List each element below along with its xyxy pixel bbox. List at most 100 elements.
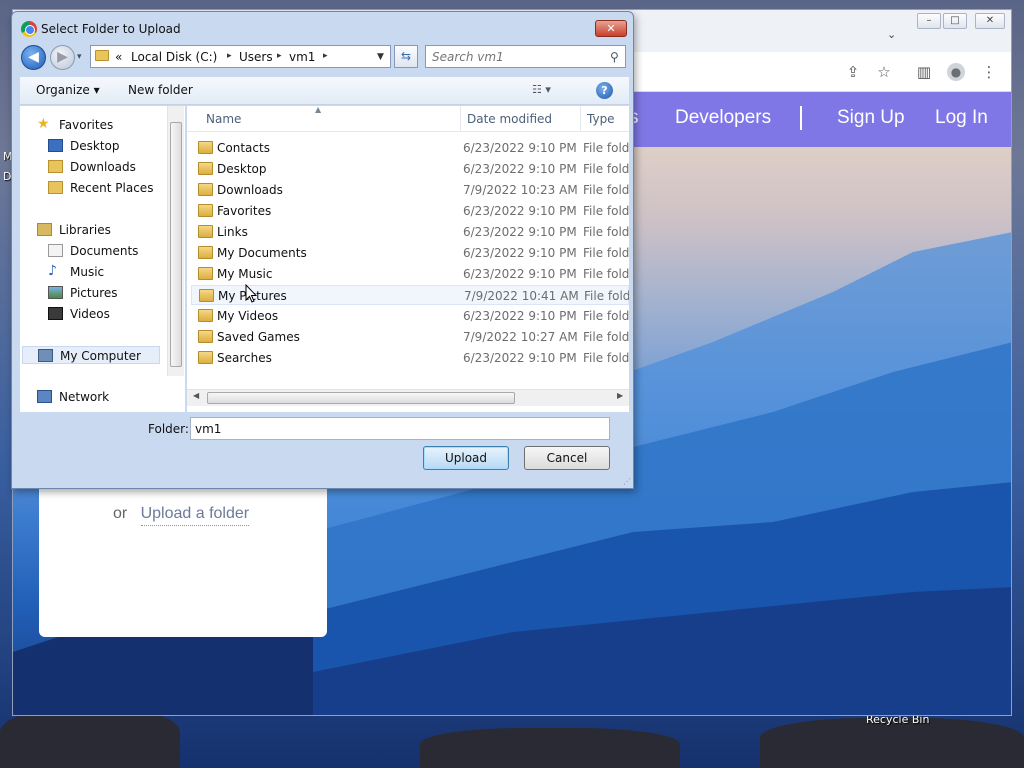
horizontal-scrollbar[interactable]: ◀ ▶ bbox=[187, 389, 629, 406]
file-name: Desktop bbox=[217, 162, 267, 176]
profile-icon[interactable]: ● bbox=[947, 63, 965, 81]
cancel-button[interactable]: Cancel bbox=[524, 446, 610, 470]
nav-item-desktop[interactable]: Desktop bbox=[48, 137, 120, 155]
address-bar[interactable]: « Local Disk (C:) ▸ Users ▸ vm1 ▸ ▼ bbox=[90, 45, 391, 68]
breadcrumb-overflow[interactable]: « bbox=[115, 50, 122, 64]
file-date: 6/23/2022 9:10 PM bbox=[463, 267, 577, 281]
column-divider[interactable] bbox=[460, 106, 461, 132]
folder-name-field[interactable] bbox=[190, 417, 610, 440]
downloads-folder-icon bbox=[48, 160, 63, 173]
file-type: File folder bbox=[583, 225, 629, 239]
file-row[interactable]: Favorites 6/23/2022 9:10 PM File folder bbox=[191, 201, 629, 221]
tab-search-dropdown-icon[interactable]: ⌄ bbox=[887, 28, 896, 41]
breadcrumb-chevron-icon[interactable]: ▸ bbox=[323, 51, 328, 61]
file-type: File folder bbox=[583, 267, 629, 281]
forward-arrow-icon[interactable]: ▶ bbox=[50, 45, 75, 70]
file-type: File folder bbox=[583, 204, 629, 218]
nav-scrollbar[interactable] bbox=[167, 106, 184, 376]
breadcrumb-chevron-icon[interactable]: ▸ bbox=[227, 51, 232, 61]
file-list-pane: ▲ Name Date modified Type Contacts 6/23/… bbox=[187, 106, 629, 412]
file-name: Saved Games bbox=[217, 330, 300, 344]
network-icon bbox=[37, 390, 52, 403]
breadcrumb-chevron-icon[interactable]: ▸ bbox=[277, 51, 282, 61]
address-dropdown-icon[interactable]: ▼ bbox=[377, 52, 384, 62]
file-type: File folder bbox=[583, 351, 629, 365]
file-row[interactable]: Contacts 6/23/2022 9:10 PM File folder bbox=[191, 138, 629, 158]
change-view-button[interactable]: ☷ ▾ bbox=[532, 83, 551, 96]
file-type: File folder bbox=[583, 309, 629, 323]
organize-button[interactable]: Organize ▾ bbox=[36, 83, 100, 97]
file-row[interactable]: Desktop 6/23/2022 9:10 PM File folder bbox=[191, 159, 629, 179]
nav-item-libraries[interactable]: Libraries bbox=[37, 221, 111, 239]
folder-icon bbox=[198, 246, 213, 259]
upload-folder-link[interactable]: Upload a folder bbox=[140, 505, 250, 526]
file-name: Favorites bbox=[217, 204, 272, 218]
nav-link-sign-up[interactable]: Sign Up bbox=[837, 107, 905, 129]
file-row[interactable]: Searches 6/23/2022 9:10 PM File folder bbox=[191, 348, 629, 368]
folder-icon bbox=[199, 289, 214, 302]
nav-item-music[interactable]: ♪ Music bbox=[48, 263, 104, 281]
nav-item-downloads[interactable]: Downloads bbox=[48, 158, 136, 176]
nav-item-network[interactable]: Network bbox=[37, 388, 109, 406]
help-icon[interactable]: ? bbox=[596, 82, 613, 99]
file-row[interactable]: My Music 6/23/2022 9:10 PM File folder bbox=[191, 264, 629, 284]
column-header-type[interactable]: Type bbox=[587, 112, 615, 126]
nav-item-documents[interactable]: Documents bbox=[48, 242, 138, 260]
file-row[interactable]: Saved Games 7/9/2022 10:27 AM File folde… bbox=[191, 327, 629, 347]
search-box[interactable]: ⚲ bbox=[425, 45, 626, 68]
maximize-button[interactable]: □ bbox=[943, 13, 967, 29]
nav-item-favorites[interactable]: ★ Favorites bbox=[37, 116, 113, 134]
breadcrumb-vm1[interactable]: vm1 bbox=[289, 50, 315, 64]
file-date: 6/23/2022 9:10 PM bbox=[463, 141, 577, 155]
column-divider[interactable] bbox=[580, 106, 581, 132]
recent-locations-dropdown-icon[interactable]: ▾ bbox=[77, 52, 82, 62]
navigation-pane: ★ Favorites Desktop Downloads Recent Pla… bbox=[20, 106, 185, 412]
nav-item-my-computer[interactable]: My Computer bbox=[22, 346, 160, 364]
browser-close-button[interactable]: ✕ bbox=[975, 13, 1005, 29]
libraries-icon bbox=[37, 223, 52, 236]
file-row[interactable]: My Documents 6/23/2022 9:10 PM File fold… bbox=[191, 243, 629, 263]
folder-icon bbox=[198, 330, 213, 343]
file-name: Searches bbox=[217, 351, 272, 365]
upload-button[interactable]: Upload bbox=[423, 446, 509, 470]
new-folder-button[interactable]: New folder bbox=[128, 83, 193, 97]
folder-icon bbox=[198, 204, 213, 217]
nav-link-developers[interactable]: Developers bbox=[675, 107, 771, 129]
folder-icon bbox=[198, 141, 213, 154]
file-row[interactable]: Links 6/23/2022 9:10 PM File folder bbox=[191, 222, 629, 242]
nav-item-videos[interactable]: Videos bbox=[48, 305, 110, 323]
star-icon: ★ bbox=[37, 116, 50, 132]
nav-link-log-in[interactable]: Log In bbox=[935, 107, 988, 129]
minimize-button[interactable]: – bbox=[917, 13, 941, 29]
file-date: 6/23/2022 9:10 PM bbox=[463, 309, 577, 323]
file-date: 6/23/2022 9:10 PM bbox=[463, 246, 577, 260]
nav-scroll-thumb[interactable] bbox=[170, 122, 182, 367]
column-header-date-modified[interactable]: Date modified bbox=[467, 112, 552, 126]
upload-card-text: or Upload a folder bbox=[113, 505, 250, 526]
search-input[interactable] bbox=[432, 49, 602, 64]
share-icon[interactable]: ⇪ bbox=[844, 63, 862, 81]
breadcrumb-local-disk[interactable]: Local Disk (C:) bbox=[131, 50, 217, 64]
scroll-left-icon[interactable]: ◀ bbox=[193, 391, 199, 400]
scroll-right-icon[interactable]: ▶ bbox=[617, 391, 623, 400]
column-header-name[interactable]: Name bbox=[206, 112, 241, 126]
nav-item-pictures[interactable]: Pictures bbox=[48, 284, 118, 302]
file-date: 6/23/2022 9:10 PM bbox=[463, 204, 577, 218]
breadcrumb-users[interactable]: Users bbox=[239, 50, 273, 64]
menu-icon[interactable]: ⋮ bbox=[980, 63, 998, 81]
star-icon[interactable]: ☆ bbox=[875, 63, 893, 81]
refresh-icon[interactable]: ⇆ bbox=[394, 45, 418, 68]
search-icon[interactable]: ⚲ bbox=[610, 50, 619, 64]
file-type: File folder bbox=[583, 330, 629, 344]
side-panel-icon[interactable]: ▥ bbox=[915, 63, 933, 81]
folder-icon bbox=[95, 50, 109, 61]
nav-item-recent-places[interactable]: Recent Places bbox=[48, 179, 153, 197]
file-row[interactable]: Downloads 7/9/2022 10:23 AM File folder bbox=[191, 180, 629, 200]
horizontal-scroll-thumb[interactable] bbox=[207, 392, 515, 404]
dialog-titlebar: Select Folder to Upload ✕ bbox=[12, 12, 633, 44]
back-arrow-icon[interactable]: ◀ bbox=[21, 45, 46, 70]
dialog-close-button[interactable]: ✕ bbox=[595, 20, 627, 37]
resize-grip-icon[interactable]: ⋰ bbox=[623, 477, 631, 486]
file-row[interactable]: My Videos 6/23/2022 9:10 PM File folder bbox=[191, 306, 629, 326]
folder-icon bbox=[198, 309, 213, 322]
